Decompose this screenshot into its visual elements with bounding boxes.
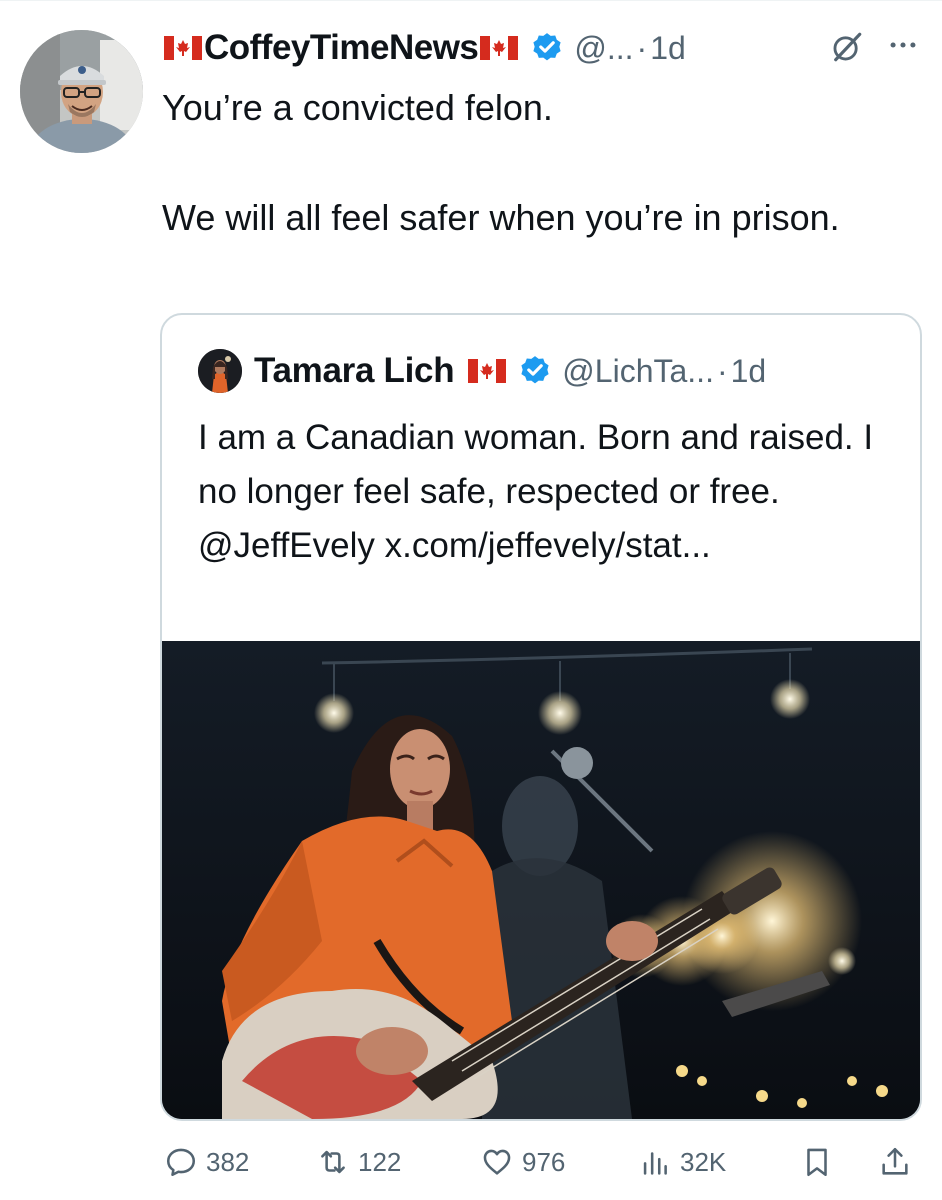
bookmark-button[interactable]: [800, 1140, 842, 1184]
author-handle[interactable]: @...: [574, 30, 633, 67]
tweet-text-line: You’re a convicted felon.: [162, 87, 553, 128]
quoted-author-avatar[interactable]: [198, 349, 242, 393]
tweet-header: CoffeyTimeNews @... · 1d: [162, 26, 922, 70]
quoted-author-handle[interactable]: @LichTa...: [562, 353, 714, 390]
repost-count: 122: [358, 1146, 402, 1177]
like-count: 976: [522, 1146, 566, 1177]
author-name[interactable]: CoffeyTimeNews: [204, 28, 479, 68]
repost-icon: [321, 1150, 345, 1174]
bookmark-icon: [807, 1148, 827, 1177]
like-button[interactable]: 976: [480, 1140, 565, 1184]
verified-badge-icon: [533, 33, 561, 61]
canada-flag-icon: [468, 359, 507, 383]
reply-button[interactable]: 382: [164, 1140, 249, 1184]
reply-count: 382: [206, 1146, 250, 1177]
share-button[interactable]: [878, 1140, 920, 1184]
tweet-text-line: We will all feel safer when you’re in pr…: [162, 197, 840, 238]
quoted-tweet-body: I am a Canadian woman. Born and raised. …: [198, 418, 874, 511]
quoted-tweet-text: I am a Canadian woman. Born and raised. …: [198, 411, 898, 573]
grok-icon[interactable]: [830, 30, 864, 64]
canada-flag-icon: [480, 36, 519, 60]
quoted-tweet-card[interactable]: Tamara Lich @LichTa... · 1d I am a Canad…: [160, 313, 922, 1121]
author-avatar[interactable]: [20, 30, 143, 153]
views-button[interactable]: 32K: [638, 1140, 726, 1184]
verified-badge-icon: [521, 356, 549, 384]
separator-dot: ·: [636, 29, 648, 66]
reply-icon: [166, 1148, 196, 1177]
repost-button[interactable]: 122: [316, 1140, 401, 1184]
canada-flag-icon: [164, 36, 202, 60]
top-divider: [0, 0, 942, 4]
mention-link[interactable]: @JeffEvely: [198, 526, 375, 565]
like-icon: [483, 1149, 511, 1175]
share-icon: [882, 1147, 908, 1175]
more-icon[interactable]: [886, 28, 920, 62]
tweet-action-bar: 382 122 976 32K: [160, 1140, 922, 1184]
tweet-text: You’re a convicted felon. We will all fe…: [162, 80, 902, 246]
quoted-tweet-time[interactable]: 1d: [731, 353, 767, 390]
views-icon: [643, 1152, 667, 1175]
views-count: 32K: [680, 1146, 727, 1177]
url-link[interactable]: x.com/jeffevely/stat...: [385, 526, 711, 565]
separator-dot: ·: [716, 352, 728, 389]
quoted-tweet-photo[interactable]: [162, 641, 920, 1119]
tweet-time[interactable]: 1d: [650, 30, 686, 67]
quoted-tweet-header: Tamara Lich @LichTa... · 1d: [198, 349, 766, 393]
quoted-author-name[interactable]: Tamara Lich: [254, 351, 455, 391]
